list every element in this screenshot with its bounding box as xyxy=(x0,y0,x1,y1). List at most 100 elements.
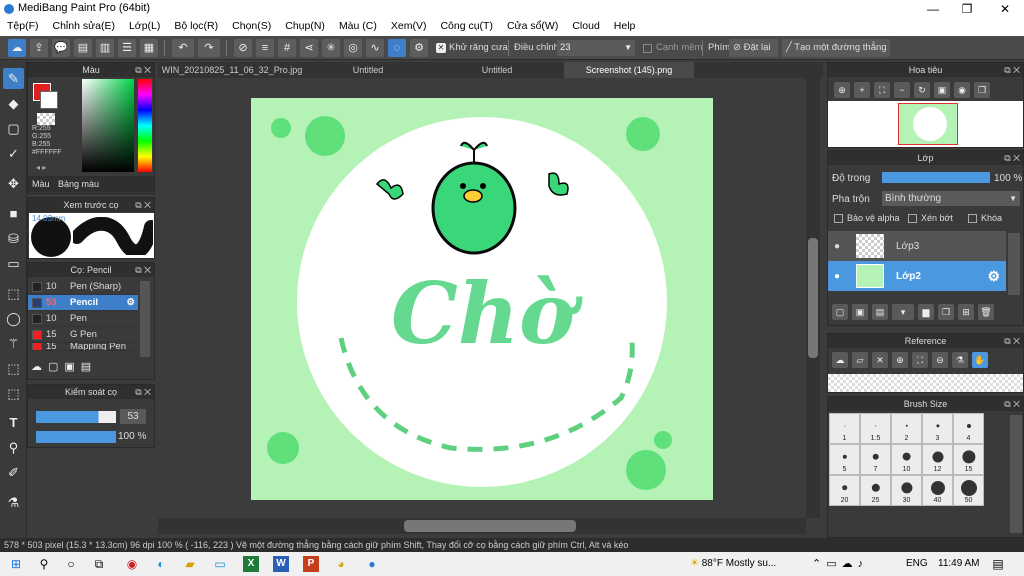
grid-icon[interactable]: ▦ xyxy=(140,39,158,57)
layer-scrollbar[interactable] xyxy=(1008,233,1020,295)
zoom-out-icon[interactable]: ⊖ xyxy=(932,352,948,368)
rotate-icon[interactable]: ↻ xyxy=(914,82,930,98)
clip-checkbox[interactable] xyxy=(908,214,917,223)
task-view-icon[interactable]: ⧉ xyxy=(91,556,107,572)
menu-cloud[interactable]: Cloud xyxy=(565,18,606,36)
brush-size-option[interactable]: 2 xyxy=(891,413,922,444)
visibility-icon[interactable]: ● xyxy=(828,241,846,252)
ellipse-snap-icon[interactable]: ◌ xyxy=(388,39,406,57)
panel-close-icon[interactable]: ⧉ ✕ xyxy=(1004,63,1020,77)
tab-document-2[interactable]: Untitled xyxy=(308,62,428,78)
rectangle-tool-icon[interactable]: ▢ xyxy=(3,118,24,139)
medibang-taskbar-icon[interactable]: ● xyxy=(364,556,380,572)
panel-close-icon[interactable]: ⧉ ✕ xyxy=(1004,397,1020,411)
weather-widget[interactable]: ☀ 88°F Mostly su... xyxy=(690,558,776,569)
reset-view-icon[interactable]: ◉ xyxy=(954,82,970,98)
color-options-icon[interactable]: ◂ ▸ xyxy=(36,163,46,172)
tab-document-3[interactable]: Untitled xyxy=(432,62,562,78)
select-pen-icon[interactable]: ⬚ xyxy=(3,358,24,379)
menu-view[interactable]: Xem(V) xyxy=(384,18,434,36)
brush-opacity-slider[interactable] xyxy=(36,431,116,443)
parallel-snap-icon[interactable]: ≡ xyxy=(256,39,274,57)
brush-size-option[interactable]: 4 xyxy=(953,413,984,444)
file-explorer-icon[interactable]: ▰ xyxy=(182,556,198,572)
system-tray-icons[interactable]: ⌃▭☁♪ xyxy=(812,557,868,570)
app-icon-1[interactable]: ◉ xyxy=(124,556,140,572)
trash-icon[interactable]: 🗑 xyxy=(978,304,994,320)
curve-snap-icon[interactable]: ∿ xyxy=(366,39,384,57)
navigator-preview[interactable] xyxy=(828,101,1023,147)
visibility-icon[interactable]: ● xyxy=(828,271,846,282)
brush-size-option[interactable]: 50 xyxy=(953,475,984,506)
brush-item-selected[interactable]: 53 Pencil ⚙ xyxy=(28,295,138,311)
notification-icon[interactable]: ▤ xyxy=(990,556,1006,572)
menu-capture[interactable]: Chụp(N) xyxy=(278,18,332,36)
pages-icon[interactable]: ❐ xyxy=(974,82,990,98)
brush-size-option[interactable]: 20 xyxy=(829,475,860,506)
horizontal-scrollbar-thumb[interactable] xyxy=(404,520,576,532)
tab-document-1[interactable]: WIN_20210825_11_06_32_Pro.jpg xyxy=(158,62,306,78)
zoom-icon[interactable]: ⊕ xyxy=(834,82,850,98)
reference-canvas[interactable] xyxy=(828,374,1023,392)
panel-close-icon[interactable]: ⧉ ✕ xyxy=(135,63,151,77)
brush-size-option[interactable]: 30 xyxy=(891,475,922,506)
close-button[interactable]: ✕ xyxy=(990,0,1020,18)
eyedropper-icon[interactable]: ⚗ xyxy=(3,492,24,513)
transparent-swatch[interactable] xyxy=(37,113,55,125)
menu-select[interactable]: Chọn(S) xyxy=(225,18,278,36)
background-color-swatch[interactable] xyxy=(40,91,58,109)
select-eraser-icon[interactable]: ⬚ xyxy=(3,383,24,404)
powerpoint-icon[interactable]: P xyxy=(303,556,319,572)
horizontal-scrollbar[interactable] xyxy=(158,518,806,534)
vertical-scrollbar-thumb[interactable] xyxy=(808,238,818,358)
selection-pen-icon[interactable]: ✓ xyxy=(3,143,24,164)
export-icon[interactable]: ⇪ xyxy=(30,39,48,57)
brush-size-input[interactable]: 53 xyxy=(120,409,146,424)
fit-icon[interactable]: ⛶ xyxy=(912,352,928,368)
cross-snap-icon[interactable]: # xyxy=(278,39,296,57)
cloud-icon[interactable]: ☁ xyxy=(832,352,848,368)
tab-palette[interactable]: Bảng màu xyxy=(58,179,99,189)
panel-close-icon[interactable]: ⧉ ✕ xyxy=(135,385,151,399)
panel-close-icon[interactable]: ⧉ ✕ xyxy=(1004,151,1020,165)
vanish-snap-icon[interactable]: ⋖ xyxy=(300,39,318,57)
brush-item[interactable]: 10 Pen xyxy=(28,311,138,327)
brush-size-option[interactable]: 1.5 xyxy=(860,413,891,444)
language-indicator[interactable]: ENG xyxy=(906,558,928,569)
vertical-scrollbar[interactable] xyxy=(806,78,820,518)
brush-size-option[interactable]: 7 xyxy=(860,444,891,475)
lock-checkbox[interactable] xyxy=(968,214,977,223)
undo-icon[interactable]: ↶ xyxy=(172,39,194,57)
zoom-in-icon[interactable]: ⊕ xyxy=(892,352,908,368)
search-icon[interactable]: ⚲ xyxy=(36,556,52,572)
layer-menu-icon[interactable]: ▾ xyxy=(892,304,914,320)
merge-icon[interactable]: ⊞ xyxy=(958,304,974,320)
fill-rect-tool-icon[interactable]: ■ xyxy=(3,203,24,224)
maximize-button[interactable]: ❐ xyxy=(952,0,982,18)
brush-list-scrollbar[interactable] xyxy=(140,281,150,357)
radial-snap-icon[interactable]: ✳ xyxy=(322,39,340,57)
canvas-area[interactable]: Chờ xyxy=(158,78,823,534)
eyedropper-icon[interactable]: ⚗ xyxy=(952,352,968,368)
list-icon[interactable]: ☰ xyxy=(118,39,136,57)
panel-icon[interactable]: ▤ xyxy=(74,39,92,57)
redo-icon[interactable]: ↷ xyxy=(198,39,220,57)
tab-color[interactable]: Màu xyxy=(32,179,50,189)
gear-icon[interactable]: ⚙ xyxy=(126,295,135,311)
chrome-icon[interactable]: ◕ xyxy=(333,556,349,572)
edge-icon[interactable]: ◐ xyxy=(153,556,169,572)
menu-filter[interactable]: Bộ lọc(R) xyxy=(167,18,225,36)
saturation-picker[interactable] xyxy=(82,79,134,172)
monitor-icon[interactable]: ▭ xyxy=(212,556,228,572)
zoom-hand-icon[interactable]: ⚲ xyxy=(3,437,24,458)
settings-icon[interactable]: ⚙ xyxy=(410,39,428,57)
cortana-icon[interactable]: ○ xyxy=(63,556,79,572)
brush-size-option[interactable]: 3 xyxy=(922,413,953,444)
cloud-icon[interactable]: ☁ xyxy=(8,39,26,57)
circle-snap-icon[interactable]: ◎ xyxy=(344,39,362,57)
straight-line-button[interactable]: ╱ Tạo một đường thẳng xyxy=(782,39,890,57)
open-folder-icon[interactable]: ▱ xyxy=(852,352,868,368)
brush-size-option[interactable]: 15 xyxy=(953,444,984,475)
move-tool-icon[interactable]: ✥ xyxy=(3,173,24,194)
close-icon[interactable]: ✕ xyxy=(872,352,888,368)
